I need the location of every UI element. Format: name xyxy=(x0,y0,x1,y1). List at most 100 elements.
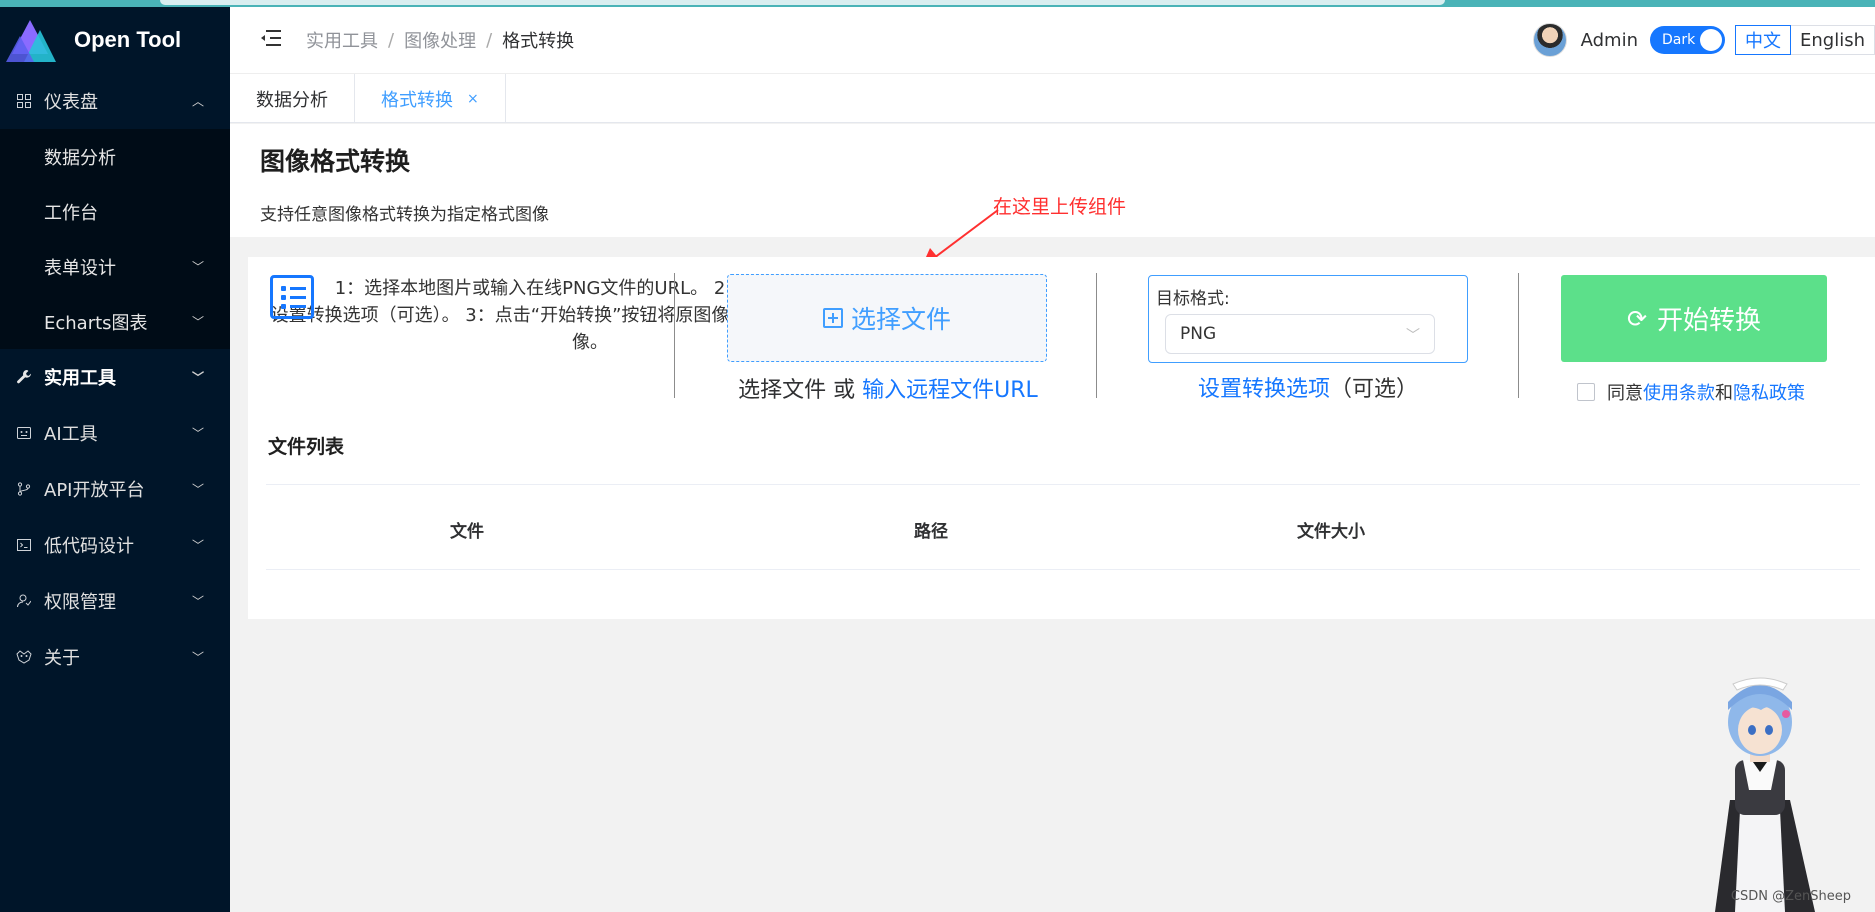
breadcrumb-item[interactable]: 实用工具 xyxy=(306,27,378,53)
chevron-down-icon: ﹀ xyxy=(191,650,204,665)
selected-format: PNG xyxy=(1180,324,1217,344)
avatar[interactable] xyxy=(1532,23,1567,57)
about-icon xyxy=(14,647,34,667)
agree-text: 同意 xyxy=(1607,383,1643,404)
file-list-title: 文件列表 xyxy=(268,436,345,458)
agreement: 同意 使用条款和隐私政策 xyxy=(1577,379,1805,405)
sidebar-item-label: 实用工具 xyxy=(44,368,116,389)
start-convert-button[interactable]: ⟳ 开始转换 xyxy=(1561,275,1827,362)
chevron-down-icon: ﹀ xyxy=(191,370,204,385)
tab-format-convert[interactable]: 格式转换 × xyxy=(355,74,506,123)
sidebar-item-label: 表单设计 xyxy=(44,257,116,279)
optional-text: （可选） xyxy=(1330,377,1419,402)
sidebar-item-label: 关于 xyxy=(44,648,80,669)
annotation-text: 在这里上传组件 xyxy=(993,196,1127,218)
code-icon xyxy=(14,535,34,555)
tab-label: 格式转换 xyxy=(381,89,453,111)
tab-bar: 数据分析 格式转换 × xyxy=(230,73,1875,123)
brand-name: Open Tool xyxy=(74,27,182,52)
user-permission-icon xyxy=(14,591,34,611)
breadcrumb-separator: / xyxy=(388,29,395,51)
chevron-down-icon: ﹀ xyxy=(191,482,204,497)
sidebar-item-api-platform[interactable]: API开放平台 ﹀ xyxy=(0,461,230,517)
sidebar: Open Tool 仪表盘 ︿ 数据分析 工作台 表单设计 ﹀ Echarts图表… xyxy=(0,7,230,912)
top-accent-bar xyxy=(0,0,1875,7)
column-header-path: 路径 xyxy=(914,522,948,542)
sidebar-item-data-analysis[interactable]: 数据分析 xyxy=(0,129,230,184)
agree-and-text: 和 xyxy=(1715,383,1733,404)
sidebar-item-label: API开放平台 xyxy=(44,480,145,501)
logo[interactable]: Open Tool xyxy=(0,7,230,73)
sidebar-item-label: 工作台 xyxy=(44,202,98,224)
sidebar-item-ai-tools[interactable]: AI工具 ﹀ xyxy=(0,405,230,461)
logo-icon xyxy=(6,16,58,64)
terms-link[interactable]: 使用条款 xyxy=(1643,379,1715,405)
sidebar-item-tools[interactable]: 实用工具 ﹀ xyxy=(0,349,230,405)
breadcrumb-separator: / xyxy=(486,29,493,51)
watermark: CSDN @ZenSheep xyxy=(1730,889,1851,904)
sidebar-item-echarts[interactable]: Echarts图表 ﹀ xyxy=(0,294,230,349)
menu-fold-icon[interactable] xyxy=(260,28,286,53)
upload-button[interactable]: 选择文件 xyxy=(727,274,1047,362)
target-format-label: 目标格式: xyxy=(1156,289,1230,309)
lang-en-button[interactable]: English xyxy=(1791,25,1875,55)
upload-label: 选择文件 xyxy=(850,305,951,334)
divider xyxy=(674,273,675,398)
header-actions: Admin Dark 中文 English xyxy=(1532,7,1875,73)
plus-square-icon xyxy=(822,308,843,328)
close-icon[interactable]: × xyxy=(467,91,479,107)
tab-data-analysis[interactable]: 数据分析 xyxy=(230,74,355,123)
sidebar-item-label: AI工具 xyxy=(44,424,98,445)
breadcrumb-item[interactable]: 图像处理 xyxy=(404,27,476,53)
sidebar-item-dashboard[interactable]: 仪表盘 ︿ xyxy=(0,73,230,129)
chevron-up-icon: ︿ xyxy=(191,94,204,109)
chevron-down-icon: ﹀ xyxy=(191,538,204,553)
lang-zh-button[interactable]: 中文 xyxy=(1735,25,1791,55)
wrench-icon xyxy=(14,367,34,387)
privacy-link[interactable]: 隐私政策 xyxy=(1733,379,1805,405)
top-header: 实用工具 / 图像处理 / 格式转换 Admin Dark 中文 English xyxy=(230,7,1875,73)
sidebar-item-permissions[interactable]: 权限管理 ﹀ xyxy=(0,573,230,629)
remote-url-link[interactable]: 输入远程文件URL xyxy=(862,378,1038,403)
table-divider xyxy=(266,484,1860,485)
sidebar-item-lowcode[interactable]: 低代码设计 ﹀ xyxy=(0,517,230,573)
convert-label: 开始转换 xyxy=(1657,306,1762,336)
column-header-size: 文件大小 xyxy=(1297,522,1365,542)
sidebar-item-label: 仪表盘 xyxy=(44,92,98,113)
convert-options-link[interactable]: 设置转换选项 xyxy=(1198,377,1330,402)
target-format-select[interactable]: PNG ﹀ xyxy=(1165,314,1435,354)
chevron-down-icon: ﹀ xyxy=(191,315,204,329)
sidebar-item-label: 数据分析 xyxy=(44,147,116,169)
robot-icon xyxy=(14,423,34,443)
username[interactable]: Admin xyxy=(1581,30,1638,51)
sidebar-item-label: 权限管理 xyxy=(44,592,116,613)
dark-mode-toggle[interactable]: Dark xyxy=(1650,26,1725,54)
upload-hint-text: 选择文件 或 xyxy=(738,378,863,403)
breadcrumb: 实用工具 / 图像处理 / 格式转换 xyxy=(306,27,574,53)
target-format-panel: 目标格式: PNG ﹀ xyxy=(1148,275,1468,363)
toggle-knob xyxy=(1700,29,1722,51)
upload-hint: 选择文件 或 输入远程文件URL xyxy=(718,372,1058,404)
language-switch: 中文 English xyxy=(1735,25,1875,55)
sidebar-item-label: 低代码设计 xyxy=(44,536,134,557)
sidebar-item-workbench[interactable]: 工作台 xyxy=(0,184,230,239)
breadcrumb-current: 格式转换 xyxy=(502,31,575,52)
list-icon xyxy=(270,275,314,319)
chevron-down-icon: ﹀ xyxy=(191,426,204,441)
dashboard-submenu: 数据分析 工作台 表单设计 ﹀ Echarts图表 ﹀ xyxy=(0,129,230,349)
dashboard-icon xyxy=(14,91,34,111)
chevron-down-icon: ﹀ xyxy=(1406,328,1420,344)
sidebar-item-form-design[interactable]: 表单设计 ﹀ xyxy=(0,239,230,294)
sidebar-item-label: Echarts图表 xyxy=(44,312,148,334)
mascot-illustration[interactable] xyxy=(1695,650,1825,912)
sidebar-item-about[interactable]: 关于 ﹀ xyxy=(0,629,230,685)
refresh-icon: ⟳ xyxy=(1626,304,1648,333)
divider xyxy=(1096,273,1097,398)
table-divider xyxy=(266,569,1860,570)
agree-checkbox[interactable] xyxy=(1577,383,1595,401)
branch-icon xyxy=(14,479,34,499)
tab-label: 数据分析 xyxy=(256,89,328,111)
toggle-label: Dark xyxy=(1662,32,1696,48)
format-options-hint: 设置转换选项（可选） xyxy=(1148,371,1468,403)
page-header: 图像格式转换 支持任意图像格式转换为指定格式图像 xyxy=(230,124,1875,237)
